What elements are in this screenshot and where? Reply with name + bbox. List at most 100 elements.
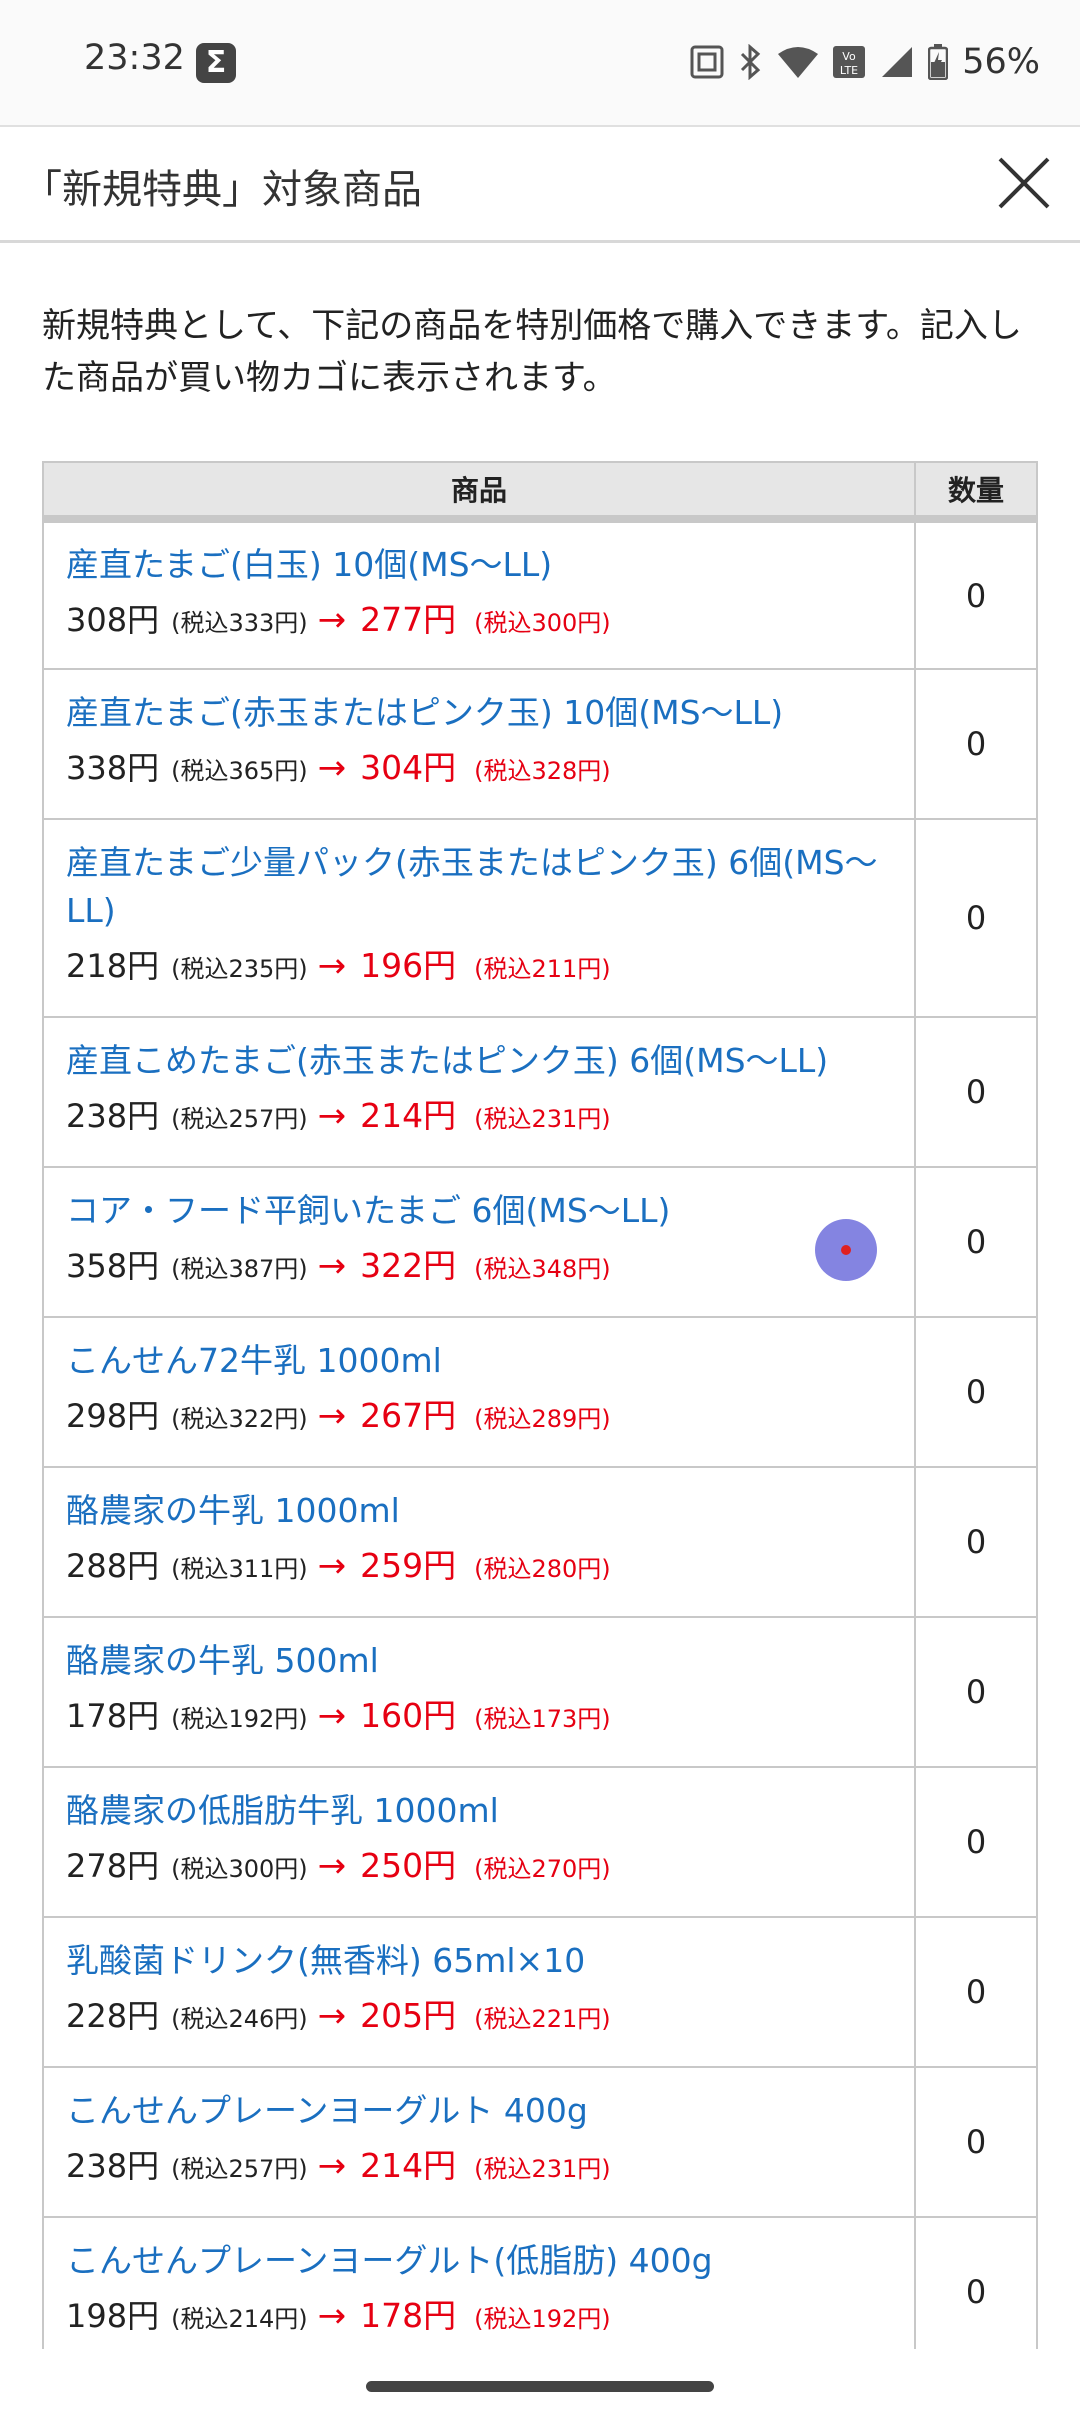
sale-price: 160円 (360, 1696, 457, 1735)
screenshot-icon (690, 45, 724, 79)
price-line: 358円 (税込387円) → 322円 (税込348円) (66, 1241, 914, 1297)
product-cell: 産直たまご(赤玉またはピンク玉) 10個(MS〜LL) 338円 (税込365円) →… (42, 668, 916, 820)
price-line: 278円 (税込300円) → 250円 (税込270円) (66, 1841, 914, 1897)
sale-price: 259円 (360, 1546, 457, 1585)
sale-price-tax: (税込280円) (474, 1555, 611, 1583)
battery-percent: 56% (962, 42, 1040, 82)
header-quantity: 数量 (914, 461, 1038, 523)
close-button[interactable] (986, 145, 1062, 221)
original-price: 228円 (66, 1997, 160, 2035)
price-line: 238円 (税込257円) → 214円 (税込231円) (66, 1091, 914, 1147)
original-price: 218円 (66, 947, 160, 985)
svg-text:Vo: Vo (843, 50, 857, 63)
sale-price-tax: (税込289円) (474, 1405, 611, 1433)
product-cell: 産直こめたまご(赤玉またはピンク玉) 6個(MS〜LL) 238円 (税込257円)… (42, 1016, 916, 1168)
table-row: 酪農家の牛乳 500ml 178円 (税込192円) → 160円 (税込173円) 0 (42, 1616, 1038, 1768)
table-row: 産直こめたまご(赤玉またはピンク玉) 6個(MS〜LL) 238円 (税込257円)… (42, 1016, 1038, 1168)
quantity-field[interactable]: 0 (914, 2216, 1038, 2349)
home-indicator[interactable] (366, 2381, 714, 2392)
product-cell: こんせんプレーンヨーグルト(低脂肪) 400g 198円 (税込214円) → 178円… (42, 2216, 916, 2349)
page-title: 「新規特典」対象商品 (22, 167, 422, 213)
product-table: 商品 数量 産直たまご(白玉) 10個(MS〜LL) 308円 (税込333円) → 2… (42, 461, 1038, 2349)
product-cell: コア・フード平飼いたまご 6個(MS〜LL) 358円 (税込387円) → 322円 (… (42, 1166, 916, 1318)
product-link[interactable]: 酪農家の牛乳 500ml (66, 1637, 914, 1685)
quantity-field[interactable]: 0 (914, 668, 1038, 820)
intro-text: 新規特典として、下記の商品を特別価格で購入できます。記入した商品が買い物カゴに表… (42, 306, 1022, 398)
quantity-field[interactable]: 0 (914, 1016, 1038, 1168)
table-row: 産直たまご(白玉) 10個(MS〜LL) 308円 (税込333円) → 277円 (税込… (42, 518, 1038, 670)
sale-price: 304円 (360, 748, 457, 787)
product-link[interactable]: こんせん72牛乳 1000ml (66, 1337, 914, 1385)
arrow-icon: → (317, 946, 347, 986)
arrow-icon: → (317, 1096, 347, 1136)
product-link[interactable]: 産直たまご少量パック(赤玉またはピンク玉) 6個(MS〜LL) (66, 839, 914, 935)
product-link[interactable]: 産直たまご(赤玉またはピンク玉) 10個(MS〜LL) (66, 689, 914, 737)
table-body: 産直たまご(白玉) 10個(MS〜LL) 308円 (税込333円) → 277円 (税込… (42, 518, 1038, 2349)
product-cell: こんせんプレーンヨーグルト 400g 238円 (税込257円) → 214円 (税込23… (42, 2066, 916, 2218)
product-cell: 乳酸菌ドリンク(無香料) 65ml×10 228円 (税込246円) → 205円 (税込… (42, 1916, 916, 2068)
product-link[interactable]: コア・フード平飼いたまご 6個(MS〜LL) (66, 1187, 914, 1235)
product-link[interactable]: 乳酸菌ドリンク(無香料) 65ml×10 (66, 1937, 914, 1985)
quantity-field[interactable]: 0 (914, 1916, 1038, 2068)
status-icons: Vo LTE 56% (690, 40, 1040, 84)
sale-price: 205円 (360, 1996, 457, 2035)
product-cell: 産直たまご少量パック(赤玉またはピンク玉) 6個(MS〜LL) 218円 (税込23… (42, 818, 916, 1018)
product-cell: 産直たまご(白玉) 10個(MS〜LL) 308円 (税込333円) → 277円 (税込… (42, 518, 916, 670)
price-line: 308円 (税込333円) → 277円 (税込300円) (66, 595, 914, 651)
sale-price-tax: (税込348円) (474, 1255, 611, 1283)
arrow-icon: → (317, 2296, 347, 2336)
arrow-icon: → (317, 1996, 347, 2036)
product-cell: こんせん72牛乳 1000ml 298円 (税込322円) → 267円 (税込289円) (42, 1316, 916, 1468)
original-price: 198円 (66, 2297, 160, 2335)
header-product: 商品 (42, 461, 916, 523)
touch-indicator (815, 1219, 877, 1281)
table-row: こんせんプレーンヨーグルト(低脂肪) 400g 198円 (税込214円) → 178円… (42, 2216, 1038, 2349)
price-line: 178円 (税込192円) → 160円 (税込173円) (66, 1691, 914, 1747)
close-icon (998, 157, 1050, 209)
sale-price: 250円 (360, 1846, 457, 1885)
arrow-icon: → (317, 1846, 347, 1886)
product-link[interactable]: 酪農家の牛乳 1000ml (66, 1487, 914, 1535)
wifi-icon (778, 47, 819, 78)
quantity-field[interactable]: 0 (914, 818, 1038, 1018)
price-line: 288円 (税込311円) → 259円 (税込280円) (66, 1541, 914, 1597)
sale-price: 277円 (360, 599, 457, 639)
original-price-tax: (税込257円) (171, 1105, 308, 1133)
arrow-icon: → (317, 1696, 347, 1736)
sale-price-tax: (税込270円) (474, 1855, 611, 1883)
table-row: 産直たまご少量パック(赤玉またはピンク玉) 6個(MS〜LL) 218円 (税込23… (42, 818, 1038, 1018)
sale-price-tax: (税込211円) (474, 955, 611, 983)
quantity-field[interactable]: 0 (914, 1766, 1038, 1918)
quantity-field[interactable]: 0 (914, 1466, 1038, 1618)
product-link[interactable]: 産直こめたまご(赤玉またはピンク玉) 6個(MS〜LL) (66, 1037, 914, 1085)
original-price: 298円 (66, 1397, 160, 1435)
quantity-field[interactable]: 0 (914, 1616, 1038, 1768)
volte-icon: Vo LTE (833, 46, 866, 78)
price-line: 198円 (税込214円) → 178円 (税込192円) (66, 2291, 914, 2347)
price-line: 298円 (税込322円) → 267円 (税込289円) (66, 1391, 914, 1447)
table-header-row: 商品 数量 (42, 461, 1038, 523)
product-link[interactable]: こんせんプレーンヨーグルト 400g (66, 2087, 914, 2135)
product-table-container[interactable]: 商品 数量 産直たまご(白玉) 10個(MS〜LL) 308円 (税込333円) → 2… (42, 461, 1038, 2349)
quantity-field[interactable]: 0 (914, 2066, 1038, 2218)
arrow-icon: → (317, 1246, 347, 1286)
product-link[interactable]: こんせんプレーンヨーグルト(低脂肪) 400g (66, 2237, 914, 2285)
sale-price: 196円 (360, 946, 457, 985)
price-line: 218円 (税込235円) → 196円 (税込211円) (66, 941, 914, 997)
sale-price: 214円 (360, 1096, 457, 1135)
original-price: 178円 (66, 1697, 160, 1735)
svg-text:LTE: LTE (840, 64, 858, 77)
price-line: 228円 (税込246円) → 205円 (税込221円) (66, 1991, 914, 2047)
product-link[interactable]: 酪農家の低脂肪牛乳 1000ml (66, 1787, 914, 1835)
quantity-field[interactable]: 0 (914, 518, 1038, 670)
product-link[interactable]: 産直たまご(白玉) 10個(MS〜LL) (66, 541, 914, 589)
original-price-tax: (税込214円) (171, 2305, 308, 2333)
arrow-icon: → (317, 1396, 347, 1436)
original-price: 358円 (66, 1247, 160, 1285)
quantity-field[interactable]: 0 (914, 1316, 1038, 1468)
quantity-field[interactable]: 0 (914, 1166, 1038, 1318)
original-price-tax: (税込333円) (171, 608, 308, 637)
battery-icon (928, 44, 949, 80)
dialog-header: 「新規特典」対象商品 (0, 125, 1080, 243)
sale-price: 267円 (360, 1396, 457, 1435)
